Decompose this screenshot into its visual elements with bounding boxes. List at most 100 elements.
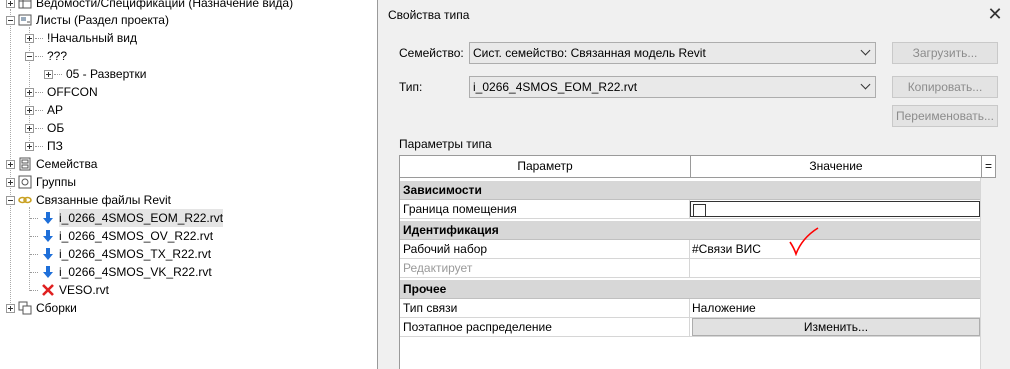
tree-item-link-vk[interactable]: i_0266_4SMOS_VK_R22.rvt [29,263,212,281]
param-name: Рабочий набор [400,240,690,258]
param-row-workset: Рабочий набор #Связи ВИС [400,227,995,259]
sheets-icon [18,13,32,27]
collapse-icon[interactable] [25,51,34,61]
expand-icon[interactable] [25,141,34,151]
tree-item-elevations[interactable]: 05 - Развертки [44,65,146,83]
tree-connector [30,235,38,237]
tree-item-label: i_0266_4SMOS_EOM_R22.rvt [59,209,224,227]
expand-icon[interactable] [6,159,15,169]
param-name: Поэтапное распределение [400,318,690,336]
expand-icon[interactable] [44,69,53,79]
tree-item-label: ПЗ [47,139,63,153]
family-select[interactable]: Сист. семейство: Связанная модель Revit [469,42,876,64]
tree-item-offcon[interactable]: OFFCON [25,83,98,101]
grid-scrollbar[interactable] [980,178,996,369]
collapse-icon[interactable] [6,195,15,205]
tree-item-ob[interactable]: ОБ [25,119,64,137]
group-header-identity[interactable]: Идентификация « [400,221,995,240]
group-title: Зависимости [403,183,482,197]
tree-item-sheets[interactable]: Листы (Раздел проекта) [6,11,169,29]
expand-icon[interactable] [6,0,15,8]
unloaded-x-icon [41,283,55,297]
chevron-down-icon [860,79,871,90]
load-button[interactable]: Загрузить... [892,42,998,64]
tree-item-ar[interactable]: АР [25,101,63,119]
schedule-icon [18,0,32,10]
group-title: Прочее [403,282,447,296]
link-arrow-icon [41,229,55,243]
column-header-parameter[interactable]: Параметр [400,156,691,178]
tree-item-label: АР [47,103,64,117]
param-value [690,259,980,277]
tree-item-pz[interactable]: ПЗ [25,137,63,155]
group-title: Идентификация [403,223,499,237]
tree-connector [30,289,38,291]
tree-item-families[interactable]: Семейства [6,155,97,173]
expand-icon[interactable] [25,33,34,43]
tree-item-revit-links[interactable]: Связанные файлы Revit [6,191,171,209]
tree-connector [35,127,43,129]
type-select[interactable]: i_0266_4SMOS_EOM_R22.rvt [469,76,876,98]
param-name: Граница помещения [400,200,690,218]
tree-connector [30,253,38,255]
column-header-value[interactable]: Значение [691,156,982,178]
expand-icon[interactable] [25,87,34,97]
chevron-down-icon [860,45,871,56]
tree-item-label: !Начальный вид [47,31,137,45]
tree-connector [30,217,38,219]
room-bounding-checkbox[interactable] [693,204,706,218]
param-row-phase-mapping: Поэтапное распределение Изменить... [400,318,995,337]
tree-item-unknown[interactable]: ??? [25,47,67,65]
tree-item-label: Семейства [36,157,98,171]
family-select-value: Сист. семейство: Связанная модель Revit [473,46,706,60]
families-icon [18,157,32,171]
param-name: Тип связи [400,299,690,317]
tree-connector [30,271,38,273]
copy-button[interactable]: Копировать... [892,76,998,98]
family-label: Семейство: [399,46,464,60]
expand-icon[interactable] [25,105,34,115]
dialog-title: Свойства типа [388,8,470,22]
tree-item-link-tx[interactable]: i_0266_4SMOS_TX_R22.rvt [29,245,211,263]
param-value[interactable]: Наложение [690,299,980,317]
link-arrow-icon [41,211,55,225]
edit-phase-mapping-button[interactable]: Изменить... [692,318,980,336]
tree-item-label: 05 - Развертки [66,67,147,81]
tree-item-link-eom[interactable]: i_0266_4SMOS_EOM_R22.rvt [29,209,224,227]
param-name: Редактирует [400,259,690,277]
link-arrow-icon [41,265,55,279]
red-checkmark-annotation [789,227,819,256]
link-arrow-icon [41,247,55,261]
tree-connector [54,73,62,75]
tree-item-label: i_0266_4SMOS_TX_R22.rvt [59,247,212,261]
expand-icon[interactable] [6,177,15,187]
assemblies-icon [18,301,32,315]
tree-connector [35,55,43,57]
expand-icon[interactable] [25,123,34,133]
tree-item-link-veso[interactable]: VESO.rvt [29,281,109,299]
tree-item-label: Связанные файлы Revit [36,193,172,207]
tree-item-label: Группы [36,175,76,189]
collapse-icon[interactable] [6,15,15,25]
tree-item-groups[interactable]: Группы [6,173,76,191]
tree-item-link-ov[interactable]: i_0266_4SMOS_OV_R22.rvt [29,227,213,245]
type-label: Тип: [399,80,423,94]
group-header-constraints[interactable]: Зависимости « [400,181,995,200]
param-value-cell[interactable] [690,201,980,218]
rename-button[interactable]: Переименовать... [892,105,998,127]
group-header-other[interactable]: Прочее « [400,280,995,299]
tree-item-start-view[interactable]: !Начальный вид [25,29,137,47]
project-browser: Ведомости/Спецификации (Назначение вида)… [0,0,376,369]
tree-item-assemblies[interactable]: Сборки [6,299,77,317]
tree-item-label: i_0266_4SMOS_OV_R22.rvt [59,229,214,243]
tree-connector [35,109,43,111]
param-row-room-bounding: Граница помещения [400,200,995,219]
parameters-grid: Параметр Значение = Зависимости « Границ… [399,155,996,369]
expand-icon[interactable] [6,303,15,313]
type-parameters-label: Параметры типа [399,137,492,151]
groups-icon [18,175,32,189]
param-value[interactable]: #Связи ВИС [690,240,980,258]
column-header-extra[interactable]: = [982,156,995,178]
close-icon[interactable]: ✕ [986,5,1004,23]
link-icon [18,193,32,207]
